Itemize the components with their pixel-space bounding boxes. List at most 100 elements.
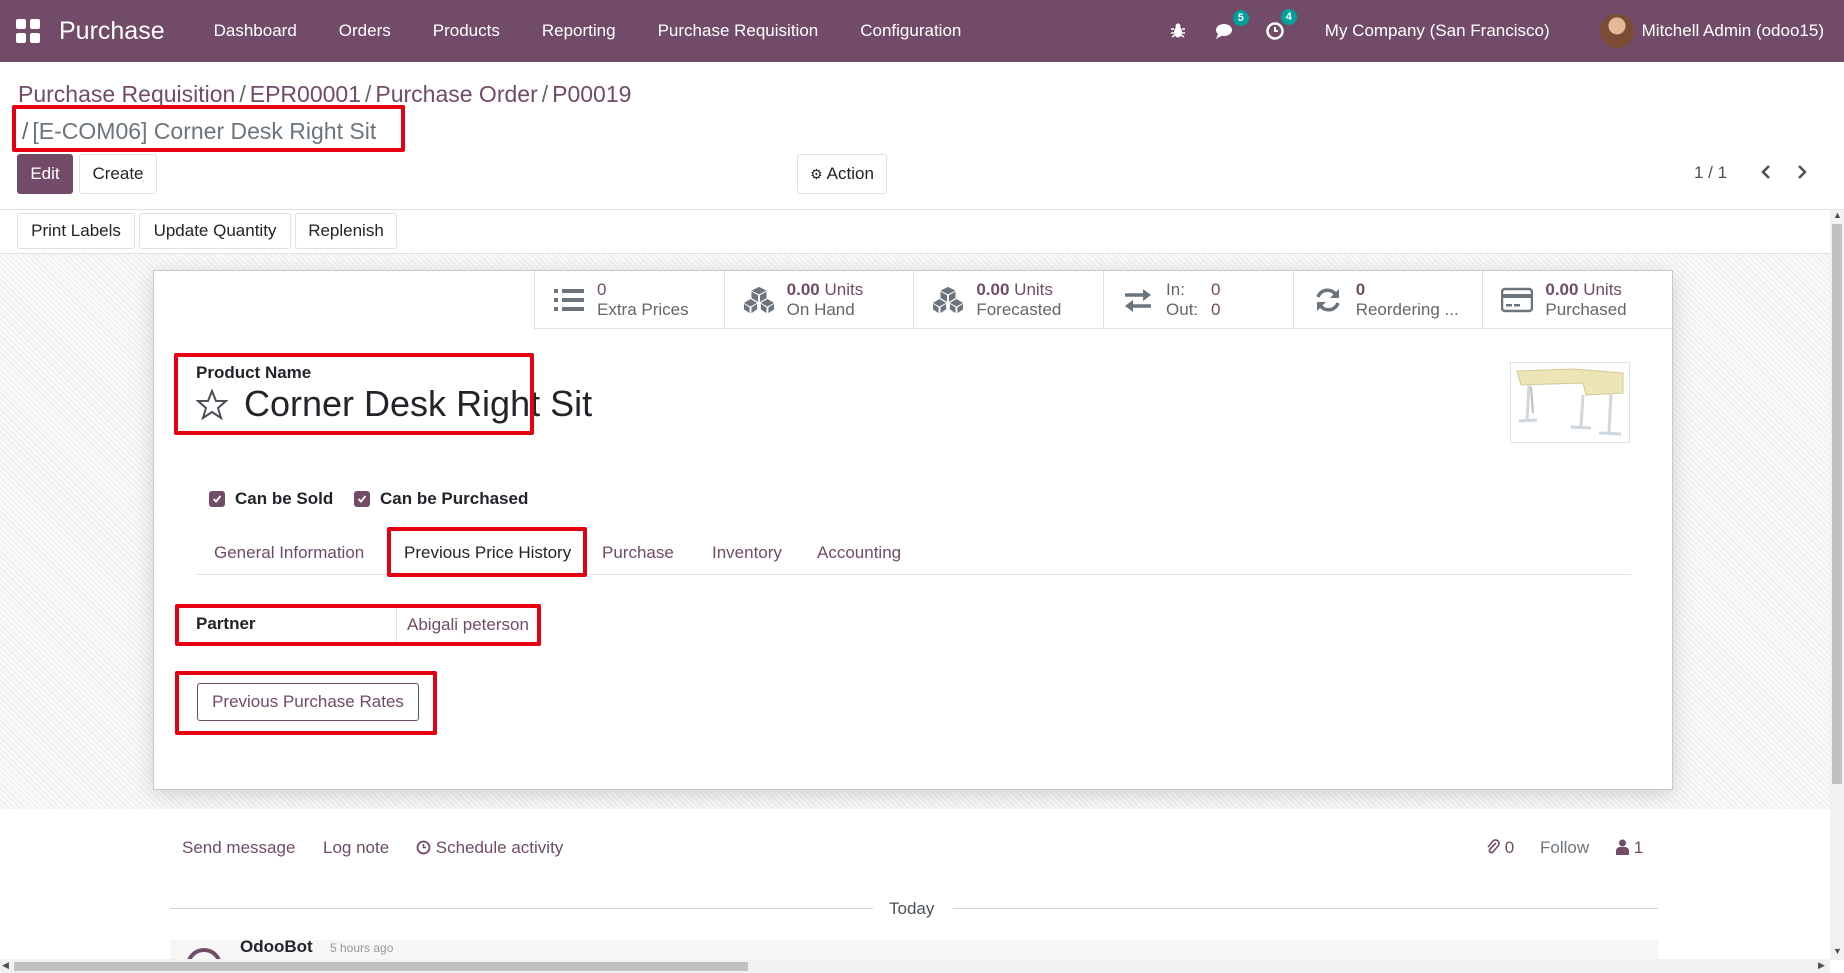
company-switcher[interactable]: My Company (San Francisco) [1325, 21, 1550, 41]
menu-purchase-requisition[interactable]: Purchase Requisition [637, 21, 840, 41]
breadcrumb-separator: / [364, 81, 372, 107]
attachments-count: 0 [1504, 838, 1515, 857]
attachments-button[interactable]: 0 [1486, 838, 1514, 858]
form-background: 0 Extra Prices 0.00 Units On Hand 0.00 U… [0, 254, 1830, 809]
follow-button[interactable]: Follow [1540, 838, 1589, 858]
top-navbar: Purchase Dashboard Orders Products Repor… [0, 0, 1844, 62]
exchange-arrows-icon [1122, 284, 1154, 316]
apps-menu-icon[interactable] [16, 19, 40, 43]
date-separator-line [170, 908, 873, 909]
form-sheet: 0 Extra Prices 0.00 Units On Hand 0.00 U… [153, 270, 1673, 790]
chatter-message: OdooBot 5 hours ago [170, 940, 1658, 960]
forecasted-smart-button[interactable]: 0.00 Units Forecasted [913, 271, 1103, 329]
highlight-box-tab [387, 527, 587, 577]
clock-icon [416, 838, 436, 857]
tab-general-information[interactable]: General Information [214, 543, 364, 563]
on-hand-value: 0.00 [786, 280, 820, 299]
purchased-smart-button[interactable]: 0.00 Units Purchased [1482, 271, 1672, 329]
debug-bug-icon[interactable] [1169, 22, 1187, 40]
forecasted-label: Forecasted [976, 300, 1062, 319]
vertical-scroll-thumb[interactable] [1832, 224, 1842, 784]
can-be-purchased-checkbox[interactable]: Can be Purchased [354, 489, 528, 509]
scroll-left-arrow-icon[interactable]: ◀ [2, 960, 9, 971]
paperclip-icon [1486, 838, 1505, 857]
out-value: 0 [1211, 300, 1221, 319]
menu-dashboard[interactable]: Dashboard [193, 21, 318, 41]
menu-reporting[interactable]: Reporting [521, 21, 637, 41]
breadcrumb-p00019[interactable]: P00019 [552, 81, 631, 107]
highlight-box-breadcrumb [12, 105, 405, 152]
tab-inventory[interactable]: Inventory [712, 543, 782, 563]
breadcrumb-purchase-requisition[interactable]: Purchase Requisition [18, 81, 235, 107]
form-header-buttons: Print Labels Update Quantity Replenish [0, 210, 1830, 254]
today-label: Today [889, 899, 935, 918]
purchased-label: Purchased [1545, 300, 1627, 319]
app-name[interactable]: Purchase [59, 17, 165, 46]
breadcrumb-purchase-order[interactable]: Purchase Order [375, 81, 537, 107]
menu-orders[interactable]: Orders [318, 21, 412, 41]
purchased-unit: Units [1583, 280, 1622, 299]
action-button-label: Action [826, 164, 874, 183]
horizontal-scrollbar[interactable]: ◀ ▶ [0, 959, 1830, 973]
checkbox-checked-icon [354, 491, 370, 507]
followers-button[interactable]: 1 [1616, 838, 1643, 858]
checkbox-checked-icon [209, 491, 225, 507]
pager-previous-icon[interactable] [1756, 160, 1776, 184]
highlight-box-rates-button [175, 671, 437, 735]
list-icon [553, 284, 585, 316]
schedule-activity-button[interactable]: Schedule activity [416, 838, 563, 858]
on-hand-smart-button[interactable]: 0.00 Units On Hand [723, 271, 914, 329]
pager-value[interactable]: 1 / 1 [1694, 163, 1727, 183]
cubes-icon [932, 284, 964, 316]
tab-accounting[interactable]: Accounting [817, 543, 901, 563]
message-time: 5 hours ago [330, 941, 394, 955]
highlight-box-partner [175, 604, 541, 646]
on-hand-label: On Hand [786, 300, 855, 319]
menu-products[interactable]: Products [412, 21, 521, 41]
pager-next-icon[interactable] [1792, 160, 1812, 184]
forecasted-unit: Units [1014, 280, 1053, 299]
reordering-value: 0 [1355, 280, 1366, 299]
product-image[interactable] [1510, 362, 1630, 443]
activities-clock-icon[interactable]: 4 [1265, 9, 1297, 41]
menu-configuration[interactable]: Configuration [839, 21, 982, 41]
messages-count-badge: 5 [1232, 10, 1249, 26]
breadcrumb-epr00001[interactable]: EPR00001 [250, 81, 361, 107]
breadcrumb-separator: / [239, 81, 246, 107]
vertical-scrollbar[interactable]: ▲ ▼ [1830, 210, 1844, 960]
activities-count-badge: 4 [1280, 9, 1297, 25]
user-icon [1616, 838, 1634, 857]
scroll-down-arrow-icon[interactable]: ▼ [1833, 946, 1842, 956]
messages-icon[interactable]: 5 [1215, 10, 1249, 40]
breadcrumb-separator: / [541, 81, 549, 107]
send-message-button[interactable]: Send message [182, 838, 295, 858]
user-avatar[interactable] [1599, 14, 1634, 48]
scroll-right-arrow-icon[interactable]: ▶ [1818, 960, 1825, 971]
forecasted-value: 0.00 [976, 280, 1010, 299]
extra-prices-value: 0 [597, 280, 607, 299]
scroll-up-arrow-icon[interactable]: ▲ [1833, 210, 1842, 220]
create-button[interactable]: Create [79, 154, 157, 194]
edit-button[interactable]: Edit [17, 154, 73, 194]
credit-card-icon [1501, 284, 1534, 316]
log-note-button[interactable]: Log note [323, 838, 389, 858]
action-button[interactable]: ⚙ Action [797, 154, 887, 194]
on-hand-unit: Units [824, 280, 864, 299]
highlight-box-product-name [174, 353, 534, 435]
reordering-smart-button[interactable]: 0 Reordering ... [1292, 271, 1483, 329]
smart-buttons-box: 0 Extra Prices 0.00 Units On Hand 0.00 U… [534, 271, 1672, 329]
in-label: In: [1166, 280, 1185, 299]
update-quantity-button[interactable]: Update Quantity [139, 213, 291, 249]
can-be-sold-checkbox[interactable]: Can be Sold [209, 489, 333, 509]
in-value: 0 [1211, 280, 1221, 299]
out-label: Out: [1166, 300, 1199, 319]
tab-purchase[interactable]: Purchase [602, 543, 674, 563]
extra-prices-label: Extra Prices [597, 300, 689, 319]
print-labels-button[interactable]: Print Labels [17, 213, 135, 249]
horizontal-scroll-thumb[interactable] [14, 962, 748, 971]
in-out-smart-button[interactable]: In: 0 Out: 0 [1103, 271, 1293, 329]
extra-prices-smart-button[interactable]: 0 Extra Prices [534, 271, 724, 329]
replenish-button[interactable]: Replenish [295, 213, 397, 249]
purchased-value: 0.00 [1545, 280, 1579, 299]
user-menu[interactable]: Mitchell Admin (odoo15) [1642, 21, 1824, 41]
